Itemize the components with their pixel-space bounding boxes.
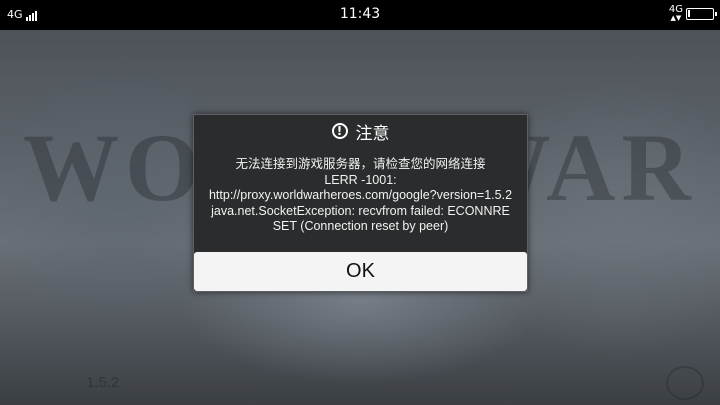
- loading-spinner-icon: [666, 366, 704, 400]
- battery-icon: [686, 7, 717, 20]
- data-activity-icon: ▲▼: [670, 14, 682, 22]
- dialog-title-text: 注意: [355, 123, 390, 144]
- clock: 11:43: [339, 6, 381, 22]
- dialog-title: ! 注意: [194, 119, 527, 144]
- status-bar: 4G 11:43 4G ▲▼: [0, 0, 720, 30]
- ok-button[interactable]: OK: [194, 252, 527, 291]
- version-label: 1.5.2: [86, 374, 120, 391]
- message-line: http://proxy.worldwarheroes.com/google?v…: [208, 188, 513, 234]
- warning-icon: !: [331, 123, 348, 139]
- status-right: 4G ▲▼: [669, 5, 717, 22]
- message-line: 无法连接到游戏服务器，请检查您的网络连接: [235, 157, 486, 171]
- dialog-message: 无法连接到游戏服务器，请检查您的网络连接 LERR -1001: http://…: [208, 157, 513, 235]
- message-line: LERR -1001:: [324, 172, 397, 187]
- data-network-indicator: 4G ▲▼: [669, 5, 683, 22]
- error-dialog: ! 注意 无法连接到游戏服务器，请检查您的网络连接 LERR -1001: ht…: [193, 114, 528, 292]
